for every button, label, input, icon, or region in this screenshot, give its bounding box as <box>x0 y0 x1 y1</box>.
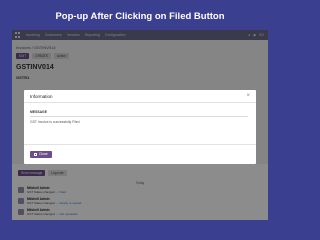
message-text: GST Invoice is successfully Filed <box>30 120 80 124</box>
app-screenshot: Invoicing Customers Vendors Reporting Co… <box>12 30 268 220</box>
dialog-body: MESSAGE GST Invoice is successfully File… <box>30 110 250 124</box>
divider <box>30 116 248 117</box>
close-icon[interactable]: × <box>246 93 250 99</box>
dialog-header: Information × <box>24 90 256 103</box>
close-button[interactable]: Close <box>30 151 52 158</box>
dialog-title: Information <box>30 93 53 99</box>
information-dialog: Information × MESSAGE GST Invoice is suc… <box>24 90 256 164</box>
page-headline: Pop-up After Clicking on Filed Button <box>55 11 225 22</box>
dialog-footer: Close <box>24 144 256 164</box>
message-label: MESSAGE <box>30 110 47 114</box>
close-button-icon <box>34 153 37 156</box>
close-button-label: Close <box>39 152 48 156</box>
